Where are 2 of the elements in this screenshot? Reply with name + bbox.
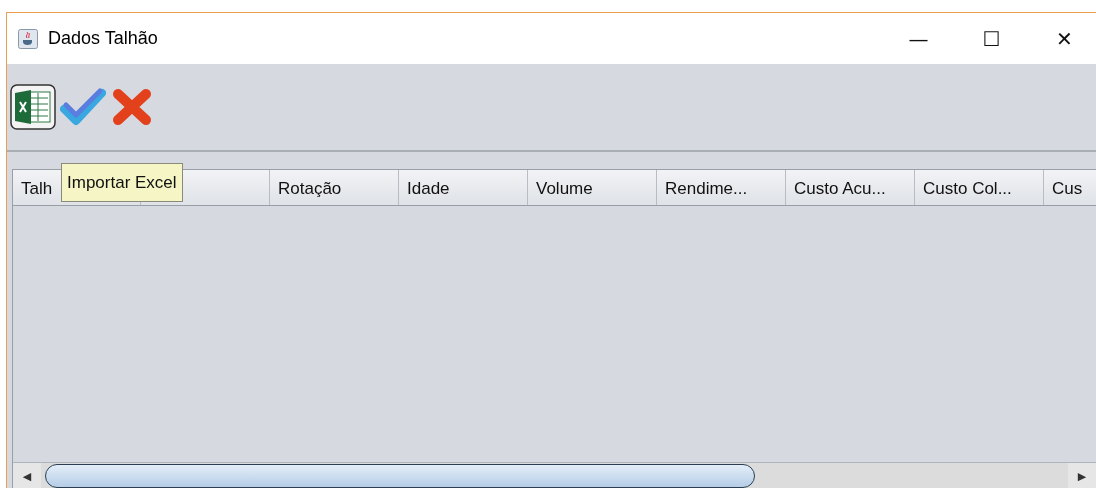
window-title: Dados Talhão: [48, 28, 158, 49]
tooltip: Importar Excel: [61, 163, 183, 202]
